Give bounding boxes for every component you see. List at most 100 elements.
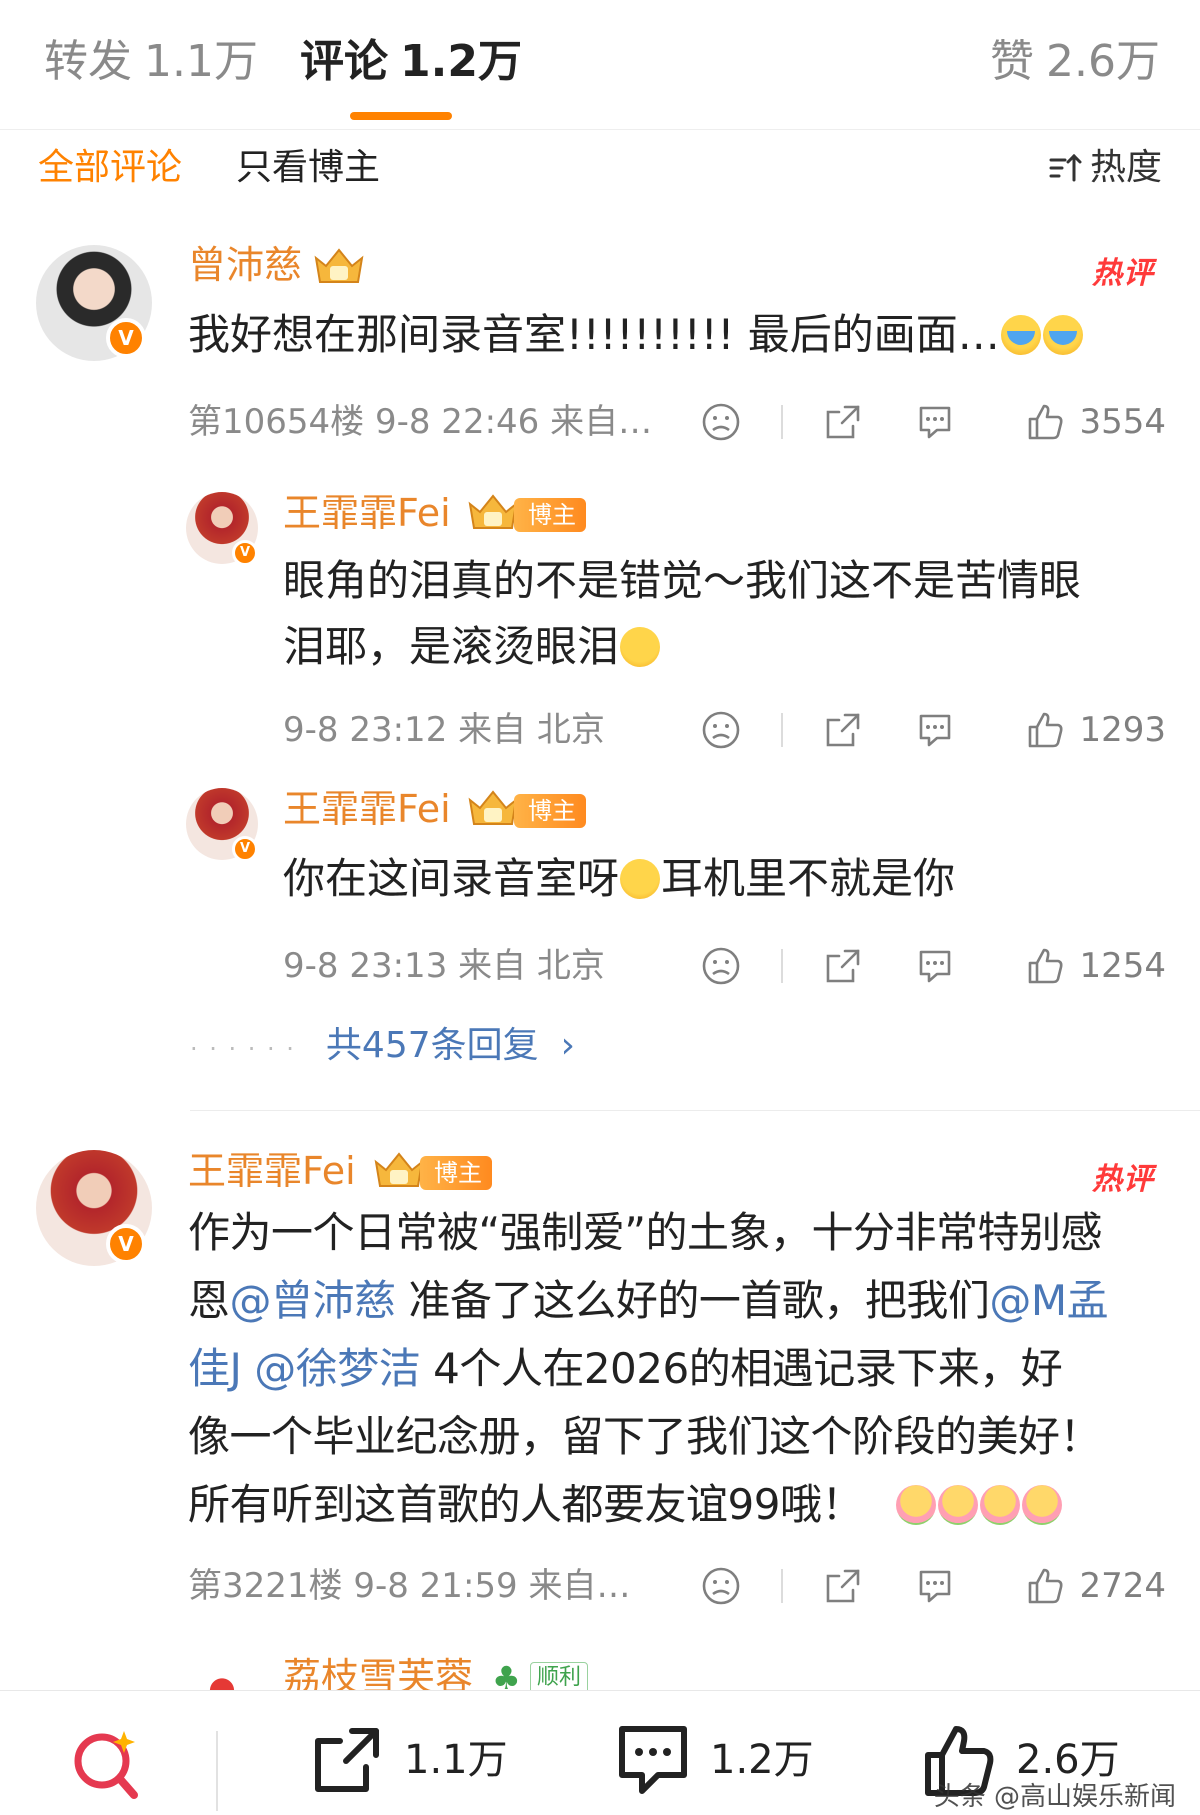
comment-text: 我好想在那间录音室!!!!!!!!!! 最后的画面…: [188, 302, 1084, 368]
dislike-face-icon[interactable]: [701, 946, 741, 986]
tab-comments-count: 1.2万: [400, 36, 522, 87]
comment-text-content: 所有听到这首歌的人都要友谊99哦！: [188, 1480, 863, 1529]
flower-emoji-icon: [937, 1485, 978, 1525]
like-count: 3554: [1079, 402, 1166, 442]
reply-meta: 9-8 23:13 来自 北京: [283, 946, 605, 986]
reply-bubble-icon[interactable]: [915, 710, 955, 750]
action-divider: [781, 713, 784, 747]
view-more-replies-link[interactable]: · · · · · · 共457条回复 ›: [190, 1022, 575, 1073]
reply-bubble-icon[interactable]: [915, 402, 955, 442]
comment-text-content: 恩: [188, 1276, 230, 1325]
comment-username[interactable]: 曾沛慈: [188, 240, 302, 290]
comment-filter-bar: 全部评论 只看博主 热度: [0, 132, 1200, 212]
reply-username[interactable]: 王霏霏Fei: [283, 488, 451, 538]
share-icon: [315, 1728, 379, 1792]
touched-emoji-icon: [620, 627, 661, 667]
tab-likes-label: 赞: [990, 36, 1034, 87]
flower-emoji-icon: [979, 1485, 1020, 1525]
share-icon[interactable]: [823, 402, 863, 442]
like-thumb-icon[interactable]: [1025, 402, 1065, 442]
comment-actions: 3554: [701, 400, 1166, 444]
tab-reposts-label: 转发: [44, 36, 132, 87]
comment-text-line: 佳J @徐梦洁 4个人在2026的相遇记录下来，好: [188, 1336, 1063, 1402]
share-icon[interactable]: [823, 946, 863, 986]
verified-badge-icon: V: [106, 318, 146, 358]
dislike-face-icon[interactable]: [701, 402, 741, 442]
comment-text-line: 恩@曾沛慈 准备了这么好的一首歌，把我们@M孟: [188, 1268, 1109, 1334]
comment-username[interactable]: 王霏霏Fei: [188, 1146, 356, 1196]
comment-text-content: 4个人在2026的相遇记录下来，好: [420, 1344, 1063, 1393]
repost-button[interactable]: 1.1万: [308, 1721, 508, 1799]
share-icon[interactable]: [823, 710, 863, 750]
tab-comments[interactable]: 评论 1.2万: [300, 32, 522, 92]
watermark: 头条 @高山娱乐新闻: [933, 1782, 1176, 1812]
action-divider: [781, 405, 784, 439]
repost-count: 1.1万: [404, 1737, 508, 1783]
reply-actions: 1254: [701, 944, 1166, 988]
comment-button[interactable]: 1.2万: [614, 1721, 814, 1799]
action-divider: [781, 949, 784, 983]
sort-button[interactable]: 热度: [1048, 140, 1162, 196]
crown-badge-icon: [468, 494, 518, 529]
crown-badge-icon: [314, 248, 364, 283]
filter-host-only[interactable]: 只看博主: [236, 140, 380, 196]
like-thumb-icon[interactable]: [1025, 710, 1065, 750]
reply-bubble-icon[interactable]: [915, 1566, 955, 1606]
like-thumb-icon[interactable]: [1025, 946, 1065, 986]
dots-icon: · · · · · ·: [190, 1035, 296, 1063]
reply-bubble-icon[interactable]: [915, 946, 955, 986]
search-sparkle-icon[interactable]: [68, 1725, 146, 1803]
comment-text-line: 作为一个日常被“强制爱”的土象，十分非常特别感: [188, 1208, 1103, 1257]
flower-emoji-icon: [895, 1485, 936, 1525]
tab-bar: 转发 1.1万 评论 1.2万 赞 2.6万: [0, 0, 1200, 130]
crying-emoji-icon: [1042, 315, 1083, 355]
hot-comment-tag: 热评: [1092, 1162, 1154, 1197]
comment-divider: [190, 1110, 1200, 1111]
mention-link[interactable]: @徐梦洁: [254, 1344, 421, 1393]
bottom-divider: [216, 1731, 218, 1811]
crown-badge-icon: [374, 1152, 424, 1187]
host-tag: 博主: [514, 498, 586, 532]
mention-link[interactable]: @曾沛慈: [230, 1276, 397, 1325]
share-icon[interactable]: [823, 1566, 863, 1606]
mention-link[interactable]: 佳J: [188, 1344, 242, 1393]
filter-all-comments[interactable]: 全部评论: [38, 140, 182, 196]
reply-meta: 9-8 23:12 来自 北京: [283, 710, 605, 750]
hot-comment-tag: 热评: [1092, 256, 1154, 291]
tab-likes[interactable]: 赞 2.6万: [990, 32, 1160, 92]
dislike-face-icon[interactable]: [701, 710, 741, 750]
action-divider: [781, 1569, 784, 1603]
tab-reposts[interactable]: 转发 1.1万: [44, 32, 258, 92]
verified-badge-icon: V: [232, 836, 258, 862]
like-count: 2724: [1079, 1566, 1166, 1606]
tab-likes-count: 2.6万: [1046, 36, 1160, 87]
comment-meta: 第10654楼 9-8 22:46 来自…: [188, 402, 653, 442]
active-tab-indicator: [350, 112, 452, 120]
host-tag: 博主: [420, 1156, 492, 1190]
reply-actions: 1293: [701, 708, 1166, 752]
comment-actions: 2724: [701, 1564, 1166, 1608]
reply-text-content: 泪耶，是滚烫眼泪: [283, 622, 620, 671]
bottom-action-bar: 1.1万 1.2万 2.6万 头条 @高山娱乐新闻: [0, 1690, 1200, 1815]
reply-username[interactable]: 王霏霏Fei: [283, 784, 451, 834]
reply-text-content: 耳机里不就是你: [661, 854, 956, 903]
comment-count: 1.2万: [710, 1737, 814, 1783]
comment-meta: 第3221楼 9-8 21:59 来自…: [188, 1566, 631, 1606]
verified-badge-icon: V: [106, 1224, 146, 1264]
sort-label: 热度: [1089, 147, 1162, 188]
chevron-right-icon: ›: [560, 1025, 576, 1066]
reply-text-line: 你在这间录音室呀 耳机里不就是你: [283, 846, 955, 912]
reply-text-line: 眼角的泪真的不是错觉～我们这不是苦情眼: [283, 556, 1082, 605]
like-count: 1254: [1079, 946, 1166, 986]
like-thumb-icon[interactable]: [1025, 1566, 1065, 1606]
comment-text-content: 准备了这么好的一首歌，把我们: [395, 1276, 990, 1325]
mention-link[interactable]: @M孟: [989, 1276, 1108, 1325]
like-count: 1293: [1079, 710, 1166, 750]
crown-badge-icon: [468, 790, 518, 825]
comment-text-content: 我好想在那间录音室!!!!!!!!!! 最后的画面…: [188, 310, 1000, 359]
tab-comments-label: 评论: [300, 36, 388, 87]
verified-badge-icon: V: [232, 540, 258, 566]
comment-text-line: 所有听到这首歌的人都要友谊99哦！: [188, 1472, 1063, 1538]
dislike-face-icon[interactable]: [701, 1566, 741, 1606]
flower-emoji-icon: [1021, 1485, 1062, 1525]
